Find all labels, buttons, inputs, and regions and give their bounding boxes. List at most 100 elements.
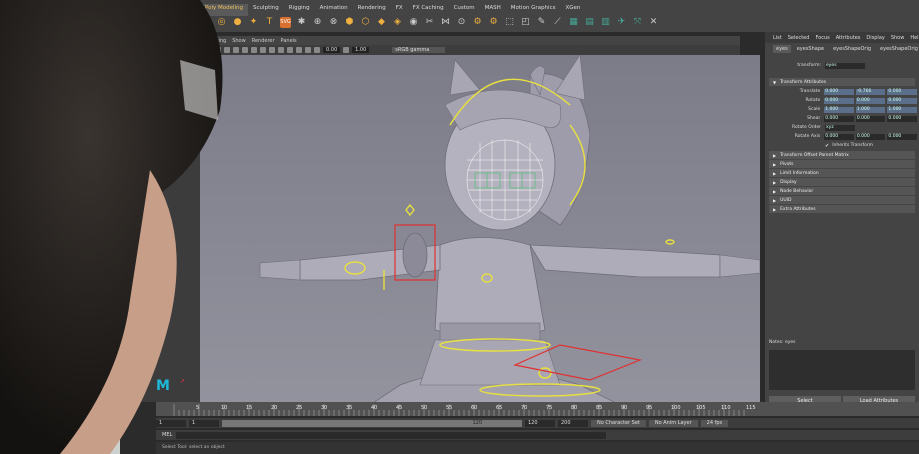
ae-notes-label: Notes: eyes bbox=[769, 340, 796, 345]
ae-menu-item[interactable]: Focus bbox=[815, 35, 829, 41]
ae-attribute-field[interactable]: -0.766 bbox=[855, 88, 886, 95]
grid-icon[interactable]: ▦ bbox=[568, 17, 579, 28]
fps-dropdown[interactable]: 24 fps bbox=[700, 419, 729, 427]
xray-icon[interactable] bbox=[269, 47, 275, 53]
ae-node-tab[interactable]: eyesShapeOrig bbox=[877, 45, 919, 53]
ae-section[interactable]: ▶ Transform Offset Parent Matrix bbox=[769, 151, 915, 159]
merge-icon[interactable]: ⋈ bbox=[440, 17, 451, 28]
ae-attribute-field[interactable]: 1.000 bbox=[887, 106, 917, 113]
inherits-label: Inherits Transform bbox=[832, 143, 874, 148]
ae-attribute-field[interactable]: 0.000 bbox=[855, 97, 886, 104]
gamma-icon[interactable] bbox=[343, 47, 350, 53]
offset-loop-icon[interactable]: ⚙ bbox=[488, 17, 499, 28]
ae-attribute-field[interactable]: 0.000 bbox=[887, 133, 917, 140]
time-slider[interactable]: 5 10 15 20 25 30 35 40 45 50 55 60 65 70 75 80 85 90 95 100… bbox=[156, 402, 919, 416]
separate-icon[interactable]: ⊗ bbox=[328, 17, 339, 28]
aa-icon[interactable] bbox=[287, 47, 293, 53]
ae-section[interactable]: ▶ Limit Information bbox=[769, 169, 915, 177]
ae-node-tab[interactable]: eyesShapeOrig bbox=[830, 45, 874, 53]
combine-icon[interactable]: ⊕ bbox=[312, 17, 323, 28]
ae-notes-field[interactable] bbox=[769, 350, 915, 390]
knife-icon[interactable]: ⟋ bbox=[552, 17, 563, 28]
ae-attribute-field[interactable]: 0.000 bbox=[824, 88, 854, 95]
bridge-icon[interactable]: ⬡ bbox=[360, 17, 371, 28]
ae-attribute-field[interactable]: 0.000 bbox=[887, 115, 917, 122]
ae-section-label: Limit Information bbox=[780, 170, 819, 176]
ae-menu-item[interactable]: Attributes bbox=[836, 35, 861, 41]
ae-attribute-field[interactable]: 0.000 bbox=[855, 115, 886, 122]
ae-attribute-field[interactable]: 1.000 bbox=[824, 106, 854, 113]
help-line: Select Tool: select an object bbox=[156, 442, 919, 454]
uv-sew-icon[interactable]: ✈ bbox=[616, 17, 627, 28]
svg-icon[interactable]: SVG bbox=[280, 16, 291, 28]
ae-attribute-field[interactable]: xyz bbox=[825, 124, 855, 131]
playback-end-field[interactable]: 120 bbox=[525, 419, 555, 427]
quad-draw-icon[interactable]: ⬚ bbox=[504, 17, 515, 28]
color-space-dropdown[interactable]: sRGB gamma bbox=[392, 47, 446, 53]
character-model[interactable] bbox=[200, 55, 760, 405]
timeline-tick-label: 25 bbox=[296, 405, 302, 411]
ae-transform-field[interactable]: eyes bbox=[825, 62, 865, 69]
ae-section-label: Node Behavior bbox=[780, 188, 814, 194]
shelf-icons: ▲ ◎ ● ✦ T SVG ✱ ⊕ ⊗ ⬢ ⬡ ◆ ◈ ◉ ✂ ⋈ ⊙ ⚙ ⚙ … bbox=[200, 14, 659, 30]
ae-attribute-field[interactable]: 0.000 bbox=[887, 97, 917, 104]
multicut-icon[interactable]: ✂ bbox=[424, 17, 435, 28]
exposure-value[interactable]: 0.00 bbox=[323, 47, 341, 53]
dof-icon[interactable] bbox=[305, 47, 311, 53]
text-icon[interactable]: T bbox=[264, 17, 275, 28]
ae-section-label: UUID bbox=[780, 197, 792, 203]
timeline-tick-label: 70 bbox=[521, 405, 527, 411]
ae-menu-item[interactable]: List bbox=[773, 35, 782, 41]
viewport-menu-item[interactable]: Panels bbox=[281, 38, 297, 44]
isolate-icon[interactable] bbox=[278, 47, 284, 53]
ae-menu-item[interactable]: Show bbox=[891, 35, 905, 41]
ae-section[interactable]: ▶ Node Behavior bbox=[769, 187, 915, 195]
uv-unfold-icon[interactable]: ⤧ bbox=[632, 17, 643, 28]
attribute-editor: List Selected Focus Attributes Display Show He… bbox=[765, 32, 919, 405]
ae-attribute-field[interactable]: 0.000 bbox=[824, 97, 854, 104]
command-line-row: MEL bbox=[156, 430, 919, 440]
grid-toggle-icon[interactable] bbox=[260, 47, 266, 53]
anim-layer-dropdown[interactable]: No Anim Layer bbox=[648, 419, 698, 427]
smooth-icon[interactable]: ◉ bbox=[408, 17, 419, 28]
ae-attribute-label: Rotate Axis bbox=[794, 134, 821, 139]
ae-attribute-field[interactable]: 0.000 bbox=[824, 133, 854, 140]
exposure-icon[interactable] bbox=[314, 47, 320, 53]
uv-cut-icon[interactable]: ▥ bbox=[600, 17, 611, 28]
ae-attribute-field[interactable]: 0.000 bbox=[824, 115, 854, 122]
ae-section[interactable]: ▶ Pivots bbox=[769, 160, 915, 168]
ae-section[interactable]: ▶ Display bbox=[769, 178, 915, 186]
pen-icon[interactable]: ✎ bbox=[536, 17, 547, 28]
ae-attribute-row: Scale 1.000 1.000 1.000 bbox=[765, 105, 919, 114]
ae-section-label: Transform Offset Parent Matrix bbox=[780, 152, 849, 158]
character-set-dropdown[interactable]: No Character Set bbox=[591, 419, 646, 427]
ae-node-tab[interactable]: eyes bbox=[773, 45, 791, 53]
ae-menu-item[interactable]: Help bbox=[910, 35, 919, 41]
gamma-value[interactable]: 1.00 bbox=[352, 47, 370, 53]
snowflake-icon[interactable]: ✱ bbox=[296, 17, 307, 28]
ao-icon[interactable] bbox=[296, 47, 302, 53]
bevel-icon[interactable]: ◆ bbox=[376, 17, 387, 28]
ae-section[interactable]: ▶ UUID bbox=[769, 196, 915, 204]
uv-close-icon[interactable]: ✕ bbox=[648, 17, 659, 28]
fill-hole-icon[interactable]: ◈ bbox=[392, 17, 403, 28]
ae-attribute-field[interactable]: 0.000 bbox=[887, 88, 917, 95]
uv-editor-icon[interactable]: ◰ bbox=[520, 17, 531, 28]
ae-attribute-field[interactable]: 1.000 bbox=[855, 106, 886, 113]
ae-attribute-row: Rotate 0.000 0.000 0.000 bbox=[765, 96, 919, 105]
inherits-checkbox[interactable]: ✔ bbox=[825, 143, 829, 149]
timeline-tick-label: 85 bbox=[596, 405, 602, 411]
ae-menu-item[interactable]: Selected bbox=[788, 35, 810, 41]
uv-layout-icon[interactable]: ▤ bbox=[584, 17, 595, 28]
extrude-icon[interactable]: ⬢ bbox=[344, 17, 355, 28]
ae-section[interactable]: ▶ Extra Attributes bbox=[769, 205, 915, 213]
ae-section-transform-attributes[interactable]: ▼ Transform Attributes bbox=[769, 78, 915, 86]
ae-node-tab[interactable]: eyesShape bbox=[794, 45, 827, 53]
range-slider[interactable]: 120 bbox=[222, 419, 522, 427]
3d-viewport[interactable] bbox=[200, 55, 760, 405]
target-weld-icon[interactable]: ⊙ bbox=[456, 17, 467, 28]
ae-menu-item[interactable]: Display bbox=[866, 35, 884, 41]
insert-loop-icon[interactable]: ⚙ bbox=[472, 17, 483, 28]
ae-attribute-field[interactable]: 0.000 bbox=[855, 133, 886, 140]
end-frame-field[interactable]: 200 bbox=[558, 419, 588, 427]
